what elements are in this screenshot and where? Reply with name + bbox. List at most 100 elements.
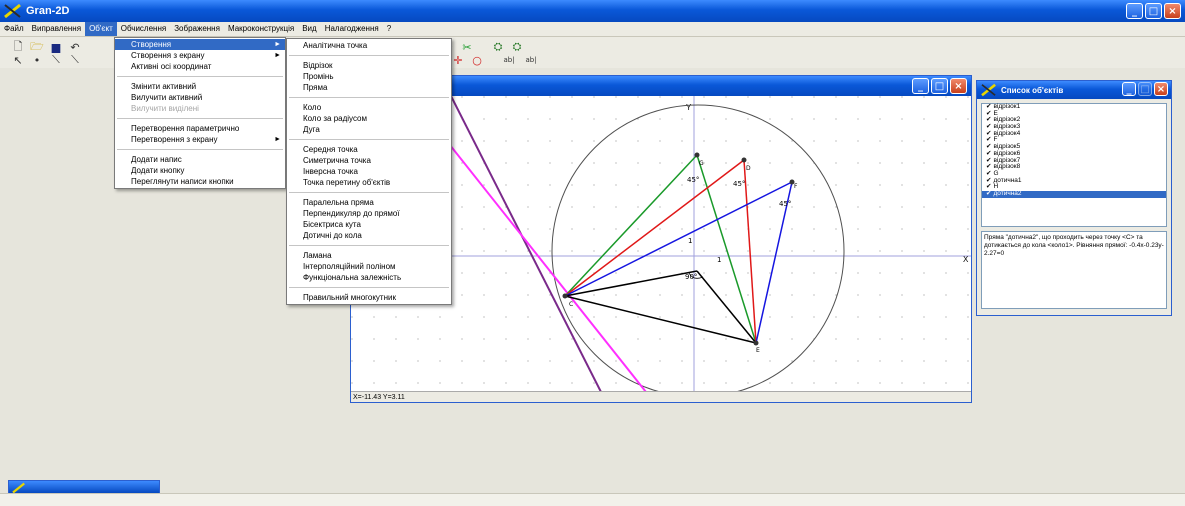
angle-label-2: 45° — [733, 180, 745, 188]
minimize-button[interactable]: _ — [1126, 3, 1143, 19]
menu-separator — [289, 287, 449, 288]
create-submenu-item[interactable]: Пряма — [287, 82, 451, 93]
create-submenu-item[interactable]: Функціональна залежність — [287, 272, 451, 283]
menu-help[interactable]: ? — [383, 22, 395, 36]
object-info-text: Пряма "дотична2", що проходить через точ… — [984, 234, 1164, 257]
open-icon[interactable]: 🗁 — [29, 40, 45, 54]
object-list-item[interactable]: ✔ відрізок4 — [982, 129, 1166, 138]
macro-icon[interactable]: ⛭ — [490, 40, 506, 54]
menu-edit[interactable]: Виправлення — [28, 22, 85, 36]
checkmark-icon[interactable]: ✔ — [986, 190, 991, 197]
object-list-item[interactable]: ✔ дотична2 — [982, 190, 1166, 198]
checkmark-icon[interactable]: ✔ — [986, 150, 991, 157]
menu-calculations[interactable]: Обчислення — [117, 22, 170, 36]
object-menu-item-label: Додати кнопку — [131, 166, 185, 175]
checkmark-icon[interactable]: ✔ — [986, 170, 991, 177]
create-submenu-item-label: Перпендикуляр до прямої — [303, 209, 400, 218]
save-icon[interactable]: ▆ — [48, 40, 64, 54]
title-bar: Gran-2D _ □ × — [0, 0, 1185, 22]
object-list-item[interactable]: ✔ відрізок8 — [982, 163, 1166, 171]
maximize-button[interactable]: □ — [1145, 3, 1162, 19]
create-submenu-item[interactable]: Правильний многокутник — [287, 292, 451, 303]
menu-image[interactable]: Зображення — [170, 22, 224, 36]
object-menu: Створення ► Створення з екрану ► Активні осі… — [114, 37, 286, 189]
create-submenu-item[interactable]: Паралельна пряма — [287, 197, 451, 208]
ab-icon[interactable]: ab| — [498, 53, 520, 67]
menu-view[interactable]: Вид — [298, 22, 320, 36]
edit-icon[interactable]: ab| — [523, 53, 539, 67]
object-menu-item[interactable]: Змінити активний — [115, 81, 285, 92]
undo-icon[interactable]: ↶ — [67, 40, 83, 54]
create-submenu-item[interactable]: Інверсна точка — [287, 166, 451, 177]
minimized-window[interactable] — [8, 480, 160, 494]
horizontal-scrollbar[interactable] — [0, 493, 1185, 506]
create-submenu-item[interactable]: Аналітична точка — [287, 40, 451, 51]
object-menu-item[interactable]: Перетворення з екрану ► — [115, 134, 285, 145]
object-menu-item-label: Перетворення з екрану — [131, 135, 218, 144]
menu-object[interactable]: Об'єкт — [85, 22, 117, 36]
create-submenu-item[interactable]: Промінь — [287, 71, 451, 82]
create-submenu-item[interactable]: Симетрична точка — [287, 155, 451, 166]
point-icon[interactable]: • — [29, 53, 45, 67]
object-menu-item[interactable]: Додати кнопку — [115, 165, 285, 176]
new-icon[interactable]: 🗋 — [10, 40, 26, 54]
object-menu-item[interactable]: Перетворення параметрично — [115, 123, 285, 134]
pointer-icon[interactable]: ↖ — [10, 53, 26, 67]
cut-icon[interactable]: ✂ — [459, 40, 475, 54]
object-list-item-label: відрізок4 — [993, 129, 1021, 137]
cross-icon[interactable]: ✛ — [450, 53, 466, 67]
menu-macro[interactable]: Макроконструкція — [224, 22, 298, 36]
create-submenu-item-label: Ламана — [303, 251, 332, 260]
object-menu-item[interactable]: Вилучити активний — [115, 92, 285, 103]
line-icon[interactable]: ⟍ — [67, 53, 83, 67]
object-menu-item-label: Змінити активний — [131, 82, 197, 91]
menu-bar: Файл Виправлення Об'єкт Обчислення Зобра… — [0, 22, 1185, 37]
coordinates-status: X=-11.43 Y=3.11 — [351, 391, 971, 402]
circle-icon[interactable]: ○ — [469, 53, 485, 67]
point-e — [753, 340, 759, 346]
object-list-item[interactable]: ✔ дотична1 — [982, 177, 1166, 185]
object-menu-item[interactable]: Додати напис — [115, 154, 285, 165]
close-button[interactable]: × — [1164, 3, 1181, 19]
macro2-icon[interactable]: ⛭ — [509, 40, 525, 54]
create-submenu-item[interactable]: Дотичні до кола — [287, 230, 451, 241]
draw-toolbar: ↖ • ⟍ ⟍ — [0, 53, 83, 67]
object-menu-item[interactable]: Створення з екрану ► — [115, 50, 285, 61]
objects-minimize-button[interactable]: _ — [1122, 82, 1136, 96]
create-submenu-item-label: Інтерполяційний поліном — [303, 262, 396, 271]
menu-file[interactable]: Файл — [0, 22, 28, 36]
graph-maximize-button[interactable]: □ — [931, 78, 948, 94]
objects-maximize-button[interactable]: □ — [1138, 82, 1152, 96]
graph-close-button[interactable]: × — [950, 78, 967, 94]
create-submenu-item[interactable]: Точка перетину об'єктів — [287, 177, 451, 188]
create-submenu-item[interactable]: Відрізок — [287, 60, 451, 71]
objects-list[interactable]: ✔ відрізок1 ✔ E ✔ відрізок2 ✔ відрізок3 ✔ відрізо… — [981, 103, 1167, 227]
create-submenu-item[interactable]: Дуга — [287, 124, 451, 135]
coordinates-readout: X=-11.43 Y=3.11 — [353, 394, 405, 401]
graph-minimize-button[interactable]: _ — [912, 78, 929, 94]
object-list-item[interactable]: ✔ відрізок1 — [982, 103, 1166, 111]
object-menu-item[interactable]: Переглянути написи кнопки — [115, 176, 285, 187]
object-menu-item[interactable]: Активні осі координат — [115, 61, 285, 72]
menu-settings[interactable]: Налагодження — [321, 22, 383, 36]
create-submenu-item[interactable]: Коло за радіусом — [287, 113, 451, 124]
app-window: Gran-2D _ □ × Файл Виправлення Об'єкт Об… — [0, 0, 1185, 506]
create-submenu-item-label: Відрізок — [303, 61, 333, 70]
point-c — [562, 293, 568, 299]
create-submenu-item[interactable]: Бісектриса кута — [287, 219, 451, 230]
checkmark-icon[interactable]: ✔ — [986, 103, 991, 110]
segment-icon[interactable]: ⟍ — [48, 53, 64, 67]
create-submenu-item-label: Інверсна точка — [303, 167, 358, 176]
create-submenu-item[interactable]: Ламана — [287, 250, 451, 261]
objects-window-title: Список об'єктів — [1001, 85, 1064, 95]
angle-label-3: 45° — [779, 200, 791, 208]
point-d — [741, 157, 747, 163]
objects-close-button[interactable]: × — [1154, 82, 1168, 96]
object-menu-item[interactable]: Створення ► — [115, 39, 285, 50]
create-submenu-item[interactable]: Перпендикуляр до прямої — [287, 208, 451, 219]
create-submenu-item[interactable]: Коло — [287, 102, 451, 113]
submenu-arrow-icon: ► — [274, 41, 281, 48]
create-submenu-item[interactable]: Середня точка — [287, 144, 451, 155]
checkmark-icon[interactable]: ✔ — [986, 123, 991, 130]
create-submenu-item[interactable]: Інтерполяційний поліном — [287, 261, 451, 272]
